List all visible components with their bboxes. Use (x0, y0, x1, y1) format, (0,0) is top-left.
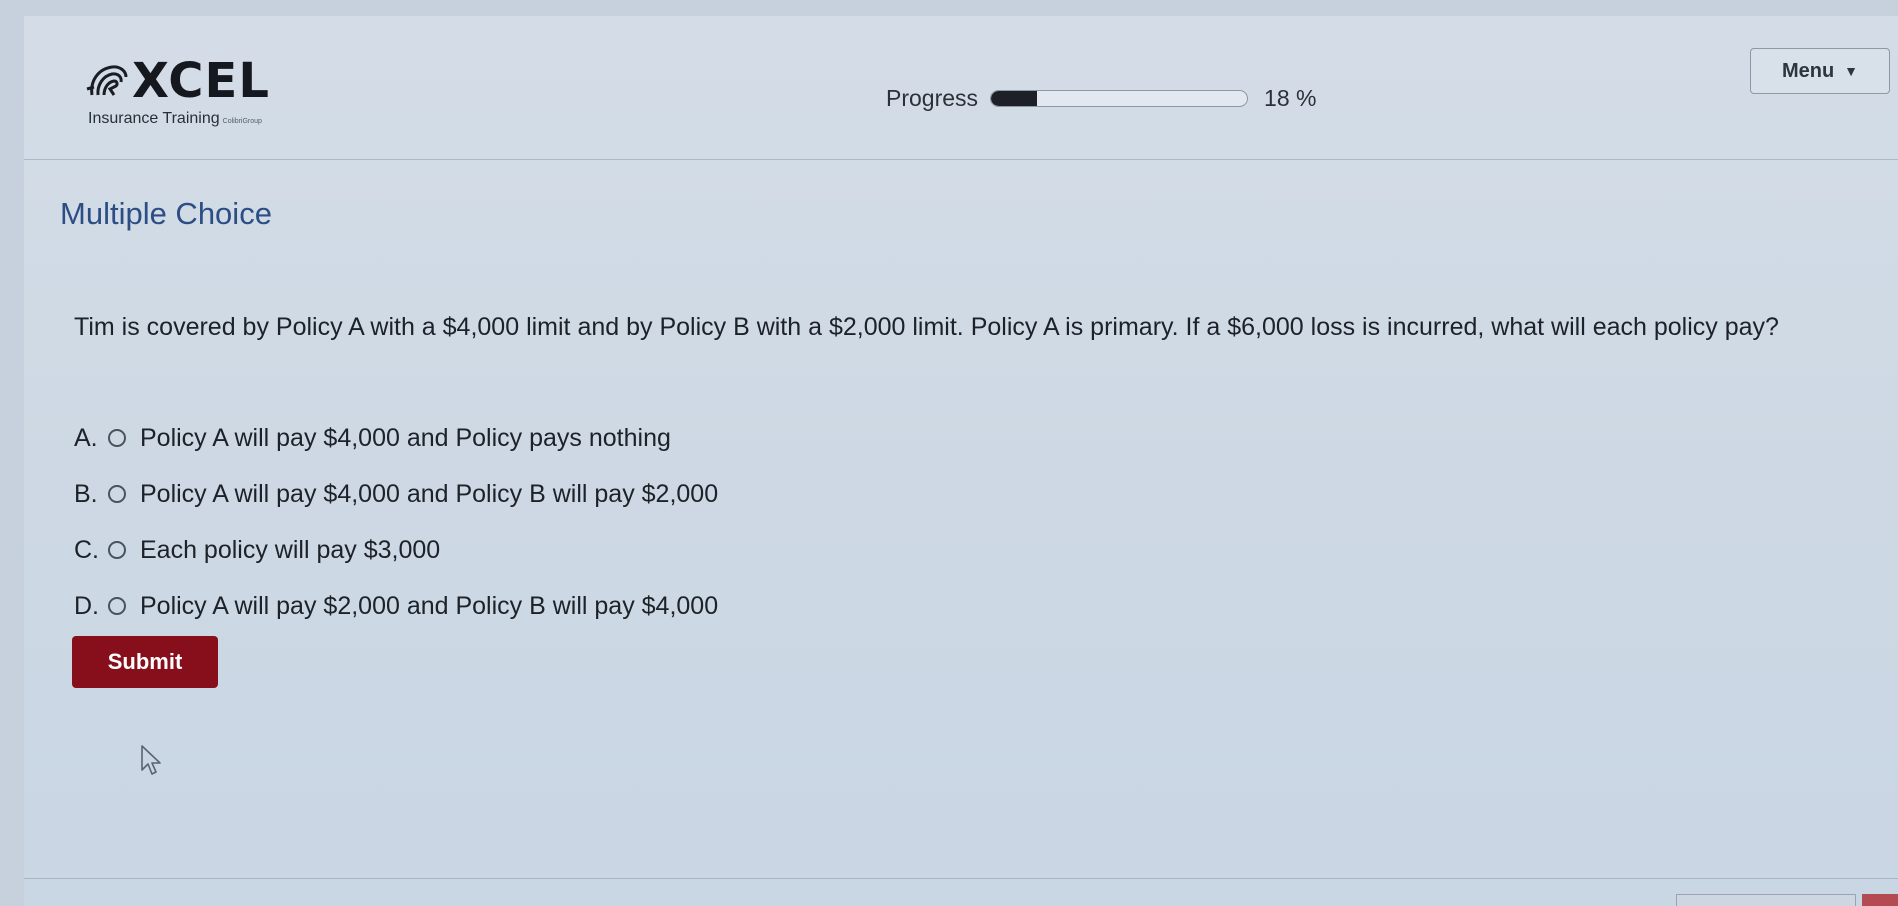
option-b[interactable]: B. Policy A will pay $4,000 and Policy B… (74, 466, 718, 522)
caret-down-icon: ▼ (1844, 63, 1859, 79)
xcel-logo: XCEL Insurance Training ColibriGroup (84, 53, 270, 128)
footer-button[interactable] (1676, 894, 1856, 906)
radio-button[interactable] (108, 429, 126, 447)
option-letter: A. (74, 423, 98, 452)
option-text: Policy A will pay $2,000 and Policy B wi… (140, 591, 719, 620)
footer-divider (24, 878, 1898, 879)
menu-button[interactable]: Menu ▼ (1750, 48, 1890, 94)
option-text: Each policy will pay $3,000 (140, 535, 441, 564)
brand-tagline: Insurance Training ColibriGroup (88, 110, 270, 128)
option-text: Policy A will pay $4,000 and Policy pays… (140, 423, 671, 452)
tagline-small-text: ColibriGroup (222, 118, 262, 125)
footer-button-red[interactable] (1862, 894, 1898, 906)
lion-logo-icon (86, 65, 128, 96)
header: XCEL Insurance Training ColibriGroup Prog… (24, 16, 1898, 160)
submit-button[interactable]: Submit (72, 636, 218, 688)
progress-bar-fill (991, 90, 1038, 106)
option-text: Policy A will pay $4,000 and Policy B wi… (140, 479, 719, 508)
progress-label: Progress (886, 84, 979, 111)
brand-name: XCEL (132, 53, 270, 109)
mouse-cursor-icon (141, 745, 161, 775)
option-letter: D. (74, 591, 99, 620)
option-c[interactable]: C. Each policy will pay $3,000 (74, 522, 718, 578)
progress-value: 18 % (1264, 84, 1317, 111)
radio-button[interactable] (108, 541, 126, 559)
progress-bar (990, 89, 1249, 107)
menu-label: Menu (1781, 59, 1835, 82)
tagline-text: Insurance Training (88, 110, 220, 127)
radio-button[interactable] (108, 485, 126, 503)
option-d[interactable]: D. Policy A will pay $2,000 and Policy B… (74, 578, 718, 634)
section-title: Multiple Choice (60, 196, 272, 231)
progress-indicator: Progress 18 % (886, 80, 1316, 116)
option-a[interactable]: A. Policy A will pay $4,000 and Policy p… (74, 410, 718, 466)
option-letter: B. (74, 479, 98, 508)
question-text: Tim is covered by Policy A with a $4,000… (74, 313, 1779, 341)
answer-options: A. Policy A will pay $4,000 and Policy p… (74, 410, 718, 634)
quiz-page: XCEL Insurance Training ColibriGroup Prog… (24, 16, 1898, 906)
option-letter: C. (74, 535, 99, 564)
radio-button[interactable] (108, 597, 126, 615)
